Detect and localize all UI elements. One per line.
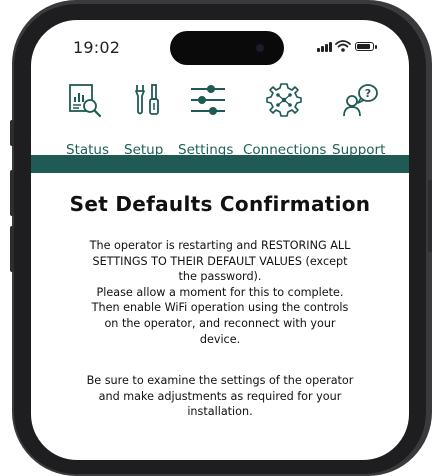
sliders-icon: [191, 85, 225, 115]
svg-text:?: ?: [365, 87, 371, 100]
message-line: The operator is restarting and RESTORING…: [89, 239, 351, 252]
phone-side-button: [10, 120, 14, 146]
signal-icon: [317, 42, 333, 52]
page-title: Set Defaults Confirmation: [69, 192, 371, 216]
support-icon: ?: [343, 84, 378, 117]
tools-icon: [135, 84, 159, 115]
message-line: SETTINGS TO THEIR DEFAULT VALUES (except: [92, 254, 348, 268]
adjust-settings-message: Be sure to examine the settings of the o…: [67, 373, 373, 420]
message-line: the password).: [178, 270, 262, 284]
header-divider-band: [31, 155, 409, 173]
message-line: device.: [199, 332, 241, 346]
restart-message: The operator is restarting and RESTORING…: [67, 238, 373, 347]
phone-power-button: [428, 180, 432, 252]
network-icon: [266, 83, 302, 117]
status-time: 19:02: [73, 38, 121, 57]
wifi-icon: [335, 40, 351, 52]
status-icon: [69, 84, 102, 118]
message-line: and make adjustments as required for you…: [98, 389, 342, 403]
phone-volume-down: [10, 226, 14, 272]
message-line: on the operator, and reconnect with your: [104, 316, 336, 330]
message-line: installation.: [187, 405, 253, 419]
phone-screen: 19:02 Status Setup Settings Connections …: [31, 20, 409, 460]
message-line: Be sure to examine the settings of the o…: [86, 374, 354, 387]
message-line: Please allow a moment for this to comple…: [96, 285, 344, 299]
message-line: Then enable WiFi operation using the con…: [91, 301, 349, 315]
battery-icon: [355, 42, 377, 51]
phone-volume-up: [10, 170, 14, 216]
dynamic-island: [170, 31, 284, 65]
